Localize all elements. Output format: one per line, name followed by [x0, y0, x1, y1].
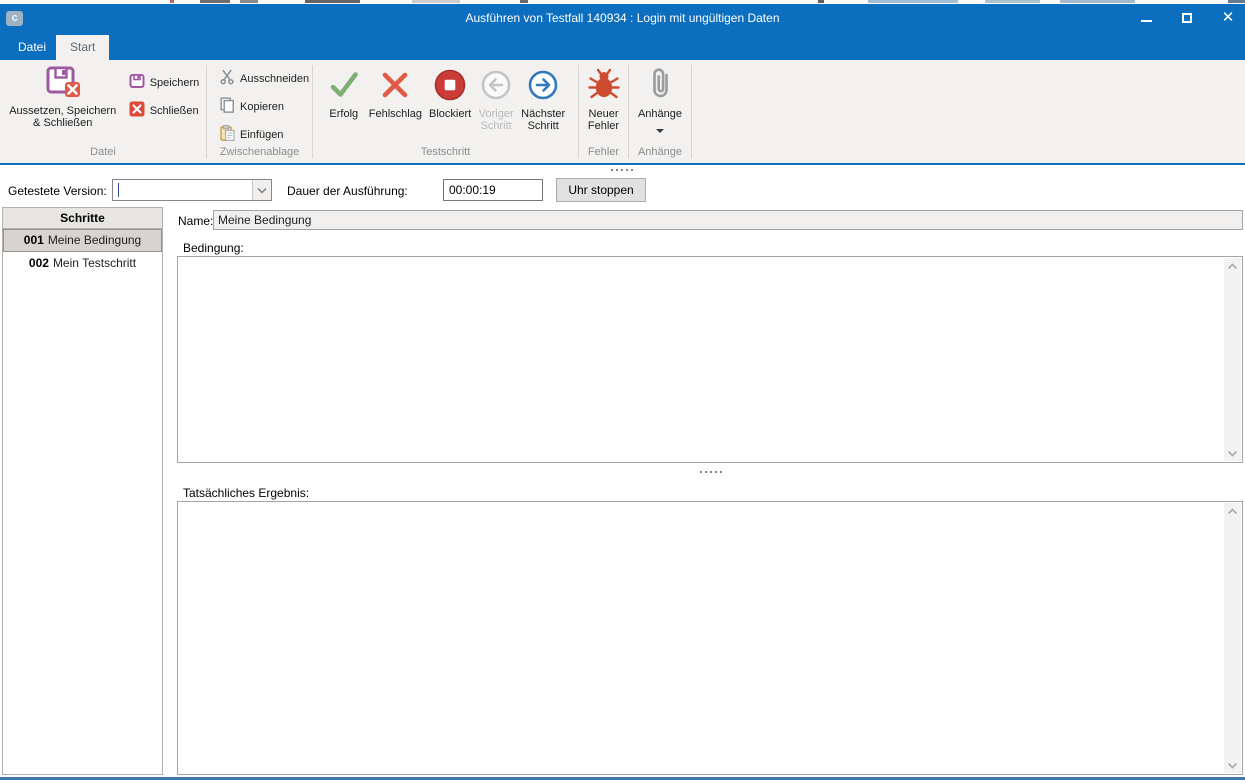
condition-scrollbar[interactable] — [1224, 258, 1241, 461]
checkmark-icon — [326, 65, 362, 105]
close-button[interactable]: ✕ — [1221, 11, 1235, 25]
close-red-icon — [129, 101, 145, 120]
group-separator — [691, 65, 692, 158]
new-defect-button[interactable]: Neuer Fehler — [587, 65, 621, 132]
clipboard-paste-icon — [219, 125, 235, 144]
fail-button[interactable]: Fehlschlag — [369, 65, 422, 132]
duration-field[interactable] — [443, 179, 543, 201]
paste-label: Einfügen — [240, 129, 283, 141]
steps-panel-header: Schritte — [3, 208, 162, 229]
new-defect-label: Neuer Fehler — [588, 108, 619, 132]
close-label: Schließen — [150, 105, 199, 117]
group-label-anhaenge: Anhänge — [629, 146, 691, 158]
ribbon-group-zwischenablage: Ausschneiden Kopieren — [207, 60, 312, 163]
pass-button[interactable]: Erfolg — [326, 65, 362, 132]
fail-label: Fehlschlag — [369, 108, 422, 120]
save-icon — [129, 73, 145, 92]
ribbon-splitter-grip[interactable] — [611, 169, 633, 171]
cut-button[interactable]: Ausschneiden — [219, 69, 312, 88]
condition-label: Bedingung: — [183, 241, 244, 255]
suspend-save-close-label: Aussetzen, Speichern & Schließen — [9, 105, 116, 129]
attachments-label: Anhänge — [638, 108, 682, 120]
ribbon-group-datei: Aussetzen, Speichern & Schließen Speiche… — [0, 60, 206, 163]
save-close-icon — [44, 64, 82, 103]
stop-clock-button[interactable]: Uhr stoppen — [556, 178, 646, 202]
titlebar: c Ausführen von Testfall 140934 : Login … — [0, 4, 1245, 32]
text-caret — [118, 183, 119, 197]
previous-step-button[interactable]: Voriger Schritt — [478, 65, 514, 132]
combobox-dropdown-button[interactable] — [252, 180, 271, 200]
arrow-right-circle-icon — [525, 65, 561, 105]
name-label: Name: — [178, 214, 213, 228]
ribbon-group-anhaenge: Anhänge Anhänge — [629, 60, 691, 163]
step-item-002[interactable]: 002 Mein Testschritt — [3, 252, 162, 275]
tested-version-combobox[interactable] — [112, 179, 272, 201]
maximize-button[interactable] — [1180, 11, 1194, 25]
test-execution-window: c Ausführen von Testfall 140934 : Login … — [0, 0, 1245, 780]
scroll-down-icon[interactable] — [1224, 757, 1241, 773]
copy-button[interactable]: Kopieren — [219, 97, 312, 116]
panes-splitter-grip[interactable] — [700, 471, 722, 473]
blocked-label: Blockiert — [429, 108, 471, 120]
scroll-down-icon[interactable] — [1224, 445, 1241, 461]
stop-circle-icon — [432, 65, 468, 105]
minimize-button[interactable] — [1139, 11, 1153, 25]
ribbon-group-fehler: Neuer Fehler Fehler — [579, 60, 628, 163]
x-mark-icon — [378, 65, 412, 105]
name-field[interactable]: Meine Bedingung — [213, 210, 1243, 230]
duration-label: Dauer der Ausführung: — [287, 184, 408, 198]
pass-label: Erfolg — [329, 108, 358, 120]
close-testrun-button[interactable]: Schließen — [129, 101, 200, 120]
scroll-up-icon[interactable] — [1224, 503, 1241, 519]
group-label-testschritt: Testschritt — [313, 146, 578, 158]
tested-version-label: Getestete Version: — [8, 184, 107, 198]
ribbon-group-testschritt: Erfolg Fehlschlag — [313, 60, 578, 163]
next-step-button[interactable]: Nächster Schritt — [521, 65, 565, 132]
save-button[interactable]: Speichern — [129, 73, 200, 92]
window-controls: ✕ — [1139, 4, 1235, 32]
bug-icon — [587, 65, 621, 105]
save-label: Speichern — [150, 77, 200, 89]
step-number: 001 — [24, 233, 44, 247]
cut-label: Ausschneiden — [240, 73, 309, 85]
actual-result-label: Tatsächliches Ergebnis: — [183, 486, 309, 500]
actual-result-textarea[interactable] — [177, 501, 1243, 775]
scissors-icon — [219, 69, 235, 88]
tab-datei[interactable]: Datei — [4, 35, 60, 60]
paperclip-icon — [645, 65, 675, 105]
condition-textarea[interactable] — [177, 256, 1243, 463]
ribbon-tab-row: Datei Start — [0, 32, 1245, 60]
paste-button[interactable]: Einfügen — [219, 125, 312, 144]
suspend-save-close-button[interactable]: Aussetzen, Speichern & Schließen — [7, 64, 119, 129]
window-title: Ausführen von Testfall 140934 : Login mi… — [0, 4, 1245, 32]
group-label-zwischenablage: Zwischenablage — [207, 146, 312, 158]
attachments-button[interactable]: Anhänge — [638, 65, 682, 133]
chevron-down-icon — [257, 183, 267, 197]
copy-icon — [219, 97, 235, 116]
blocked-button[interactable]: Blockiert — [429, 65, 471, 132]
step-number: 002 — [29, 256, 49, 270]
group-label-fehler: Fehler — [579, 146, 628, 158]
ribbon: Aussetzen, Speichern & Schließen Speiche… — [0, 60, 1245, 165]
next-step-label: Nächster Schritt — [521, 108, 565, 132]
attachments-dropdown-icon[interactable] — [656, 129, 664, 133]
group-label-datei: Datei — [0, 146, 206, 158]
step-label: Meine Bedingung — [48, 233, 141, 247]
copy-label: Kopieren — [240, 101, 284, 113]
arrow-left-circle-icon — [478, 65, 514, 105]
previous-step-label: Voriger Schritt — [479, 108, 514, 132]
scroll-up-icon[interactable] — [1224, 258, 1241, 274]
step-item-001[interactable]: 001 Meine Bedingung — [3, 229, 162, 252]
tab-start[interactable]: Start — [56, 35, 109, 60]
step-label: Mein Testschritt — [53, 256, 136, 270]
steps-panel: Schritte 001 Meine Bedingung 002 Mein Test… — [2, 207, 163, 775]
actual-result-scrollbar[interactable] — [1224, 503, 1241, 773]
